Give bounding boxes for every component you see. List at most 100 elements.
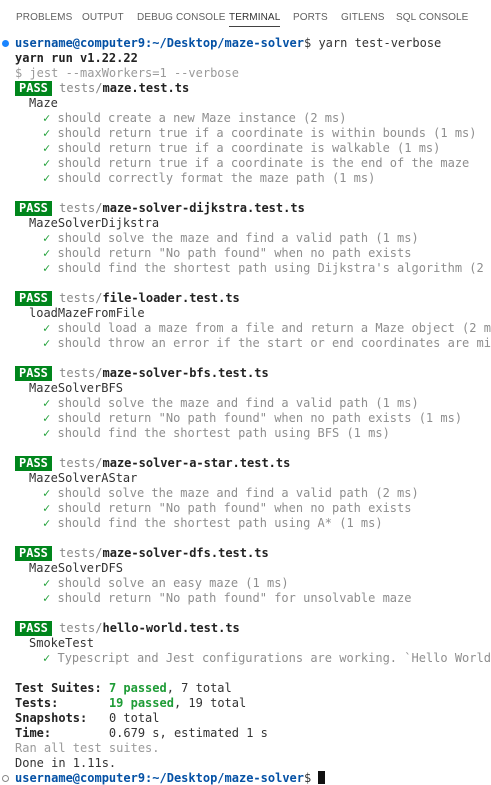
test-case-line: ✓ should solve the maze and find a valid… — [43, 486, 419, 501]
check-icon: ✓ — [43, 321, 51, 335]
summary-tests-total: , 19 total — [173, 696, 247, 710]
describe-block-name: MazeSolverDijkstra — [29, 216, 159, 231]
describe-name-text: MazeSolverBFS — [29, 381, 123, 395]
check-icon: ✓ — [43, 111, 51, 125]
test-case-line: ✓ should find the shortest path using A*… — [43, 516, 383, 531]
test-case-text: should load a maze from a file and retur… — [57, 321, 491, 335]
check-icon: ✓ — [43, 141, 51, 155]
check-icon: ✓ — [43, 261, 51, 275]
terminal-cursor[interactable] — [318, 771, 326, 784]
pass-badge: PASS — [15, 456, 52, 471]
test-file-dir: tests/ — [59, 546, 103, 560]
pass-badge: PASS — [15, 201, 52, 216]
test-case-text: should return "No path found" when no pa… — [57, 246, 412, 260]
tab-terminal[interactable]: TERMINAL — [229, 12, 281, 27]
test-case-line: ✓ should return "No path found" when no … — [43, 501, 411, 516]
test-case-line: ✓ should find the shortest path using BF… — [43, 426, 390, 441]
test-case-line: ✓ should return "No path found" for unso… — [43, 591, 411, 606]
check-icon: ✓ — [43, 426, 51, 440]
done-text: Done in 1.11s. — [15, 756, 117, 770]
summary-time-value: 0.679 s, estimated 1 s — [108, 726, 268, 740]
test-case-text: should return true if a coordinate is wi… — [57, 126, 477, 140]
tab-output[interactable]: OUTPUT — [82, 12, 124, 23]
check-icon: ✓ — [43, 576, 51, 590]
test-file-name: maze-solver-a-star.test.ts — [102, 456, 291, 470]
test-case-text: should return true if a coordinate is wa… — [57, 141, 441, 155]
prompt-line: username@computer9:~/Desktop/maze-solver… — [0, 36, 441, 51]
test-case-text: should solve the maze and find a valid p… — [57, 231, 419, 245]
prompt-user-host: username@computer9 — [15, 36, 146, 50]
describe-name-text: loadMazeFromFile — [29, 306, 145, 320]
prompt-line-current: username@computer9:~/Desktop/maze-solver… — [0, 771, 326, 785]
terminal-output[interactable]: username@computer9:~/Desktop/maze-solver… — [0, 36, 491, 785]
suite-result-line: PASS tests/file-loader.test.ts — [15, 291, 240, 306]
test-case-text: should return "No path found" when no pa… — [57, 501, 412, 515]
test-case-text: should correctly format the maze path (1… — [57, 171, 376, 185]
pass-badge: PASS — [15, 81, 52, 96]
test-case-line: ✓ should return true if a coordinate is … — [43, 156, 469, 171]
test-file-name: maze.test.ts — [102, 81, 190, 95]
tab-debug-console[interactable]: DEBUG CONSOLE — [137, 12, 226, 23]
check-icon: ✓ — [43, 411, 51, 425]
summary-label: Test Suites: — [15, 681, 102, 695]
test-case-line: ✓ should solve the maze and find a valid… — [43, 231, 419, 246]
prompt-user-host: username@computer9 — [15, 771, 146, 785]
command-text: yarn test-verbose — [318, 36, 442, 50]
tab-ports[interactable]: PORTS — [293, 12, 328, 23]
suite-result-line: PASS tests/maze.test.ts — [15, 81, 189, 96]
test-case-text: should throw an error if the start or en… — [57, 336, 491, 350]
test-case-text: should create a new Maze instance (2 ms) — [57, 111, 347, 125]
test-file-name: hello-world.test.ts — [102, 621, 240, 635]
describe-block-name: Maze — [29, 96, 58, 111]
test-case-line: ✓ should return true if a coordinate is … — [43, 126, 477, 141]
check-icon: ✓ — [43, 171, 51, 185]
test-file-name: maze-solver-bfs.test.ts — [102, 366, 269, 380]
tab-sql-console[interactable]: SQL CONSOLE — [396, 12, 468, 23]
tab-gitlens[interactable]: GITLENS — [341, 12, 385, 23]
yarn-version-text: yarn run v1.22.22 — [15, 51, 138, 65]
ran-all-line: Ran all test suites. — [15, 741, 160, 756]
test-case-line: ✓ should throw an error if the start or … — [43, 336, 491, 351]
pass-badge: PASS — [15, 546, 52, 561]
test-file-dir: tests/ — [59, 201, 103, 215]
command-success-dot-icon — [2, 40, 9, 47]
check-icon: ✓ — [43, 396, 51, 410]
test-case-text: should find the shortest path using BFS … — [57, 426, 390, 440]
summary-suites-total: , 7 total — [166, 681, 232, 695]
test-case-text: Typescript and Jest configurations are w… — [57, 651, 491, 665]
summary-snapshots-value: 0 total — [108, 711, 160, 725]
test-case-text: should find the shortest path using Dijk… — [57, 261, 491, 275]
summary-label: Time: — [15, 726, 52, 740]
check-icon: ✓ — [43, 516, 51, 530]
prompt: username@computer9:~/Desktop/maze-solver… — [15, 36, 441, 50]
test-file-name: maze-solver-dfs.test.ts — [102, 546, 269, 560]
pass-badge: PASS — [15, 621, 52, 636]
check-icon: ✓ — [43, 231, 51, 245]
command-pending-dot-icon — [2, 775, 9, 782]
prompt-path: :~/Desktop/maze-solver — [145, 36, 304, 50]
describe-name-text: MazeSolverDFS — [29, 561, 123, 575]
test-case-line: ✓ Typescript and Jest configurations are… — [43, 651, 491, 666]
test-case-text: should solve an easy maze (1 ms) — [57, 576, 289, 590]
jest-command-text: $ jest --maxWorkers=1 --verbose — [15, 66, 239, 80]
suite-result-line: PASS tests/maze-solver-bfs.test.ts — [15, 366, 269, 381]
describe-name-text: SmokeTest — [29, 636, 95, 650]
check-icon: ✓ — [43, 336, 51, 350]
test-case-line: ✓ should find the shortest path using Di… — [43, 261, 491, 276]
describe-block-name: MazeSolverAStar — [29, 471, 137, 486]
panel-tab-bar: PROBLEMS OUTPUT DEBUG CONSOLE TERMINAL P… — [0, 0, 491, 34]
test-case-line: ✓ should create a new Maze instance (2 m… — [43, 111, 346, 126]
test-case-line: ✓ should load a maze from a file and ret… — [43, 321, 491, 336]
test-case-text: should find the shortest path using A* (… — [57, 516, 383, 530]
test-case-line: ✓ should return "No path found" when no … — [43, 246, 411, 261]
test-file-dir: tests/ — [59, 366, 103, 380]
describe-block-name: MazeSolverDFS — [29, 561, 123, 576]
test-case-text: should return "No path found" for unsolv… — [57, 591, 412, 605]
describe-name-text: Maze — [29, 96, 58, 110]
summary-tests-line: Tests: 19 passed, 19 total — [15, 696, 246, 711]
prompt-path: :~/Desktop/maze-solver — [145, 771, 304, 785]
tab-problems[interactable]: PROBLEMS — [16, 12, 72, 23]
test-file-name: maze-solver-dijkstra.test.ts — [102, 201, 305, 215]
summary-label: Snapshots: — [15, 711, 88, 725]
describe-name-text: MazeSolverDijkstra — [29, 216, 160, 230]
